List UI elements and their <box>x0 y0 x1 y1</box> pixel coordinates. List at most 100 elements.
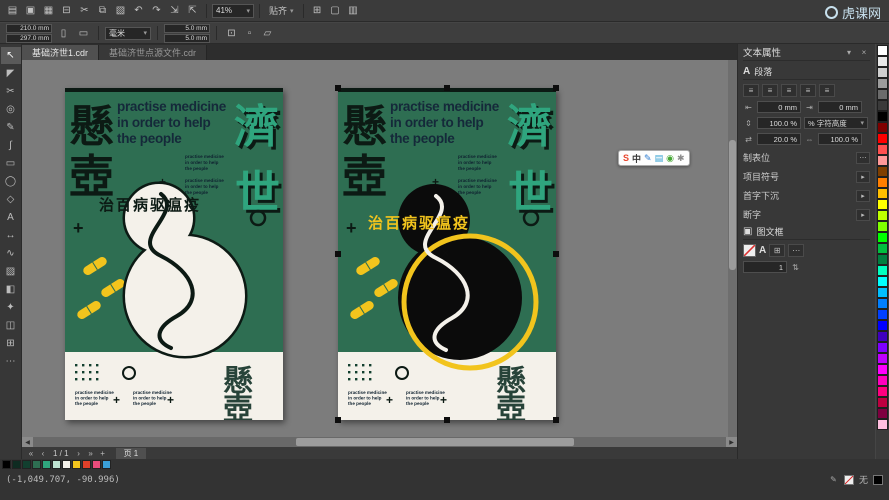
table-tool[interactable]: ⊞ <box>1 335 21 352</box>
palette-swatch[interactable] <box>877 320 888 331</box>
cut-icon[interactable]: ✂ <box>76 2 93 19</box>
palette-swatch[interactable] <box>877 122 888 133</box>
char-spacing-field[interactable]: 20.0 % <box>757 133 801 145</box>
horizontal-scrollbar-thumb[interactable] <box>296 438 573 446</box>
application-launcher-icon[interactable]: ⊞ <box>309 2 326 19</box>
palette-swatch[interactable] <box>877 309 888 320</box>
document-palette-swatch[interactable] <box>72 460 81 469</box>
hyphenation-item[interactable]: 断字 ▸ <box>743 208 870 221</box>
last-page-button[interactable]: » <box>86 449 96 458</box>
ime-mode-icon[interactable]: 中 <box>632 152 641 165</box>
palette-swatch[interactable] <box>877 298 888 309</box>
dropcap-item[interactable]: 首字下沉 ▸ <box>743 189 870 202</box>
paste-icon[interactable]: ▧ <box>112 2 129 19</box>
first-page-button[interactable]: « <box>26 449 36 458</box>
interactive-fill-tool[interactable]: ◫ <box>1 317 21 334</box>
landscape-button[interactable]: ▭ <box>75 25 92 42</box>
selection-handle[interactable] <box>444 417 450 423</box>
palette-swatch[interactable] <box>877 243 888 254</box>
left-indent-field[interactable]: 0 mm <box>757 101 801 113</box>
palette-swatch[interactable] <box>877 45 888 56</box>
palette-swatch[interactable] <box>877 199 888 210</box>
palette-swatch[interactable] <box>877 397 888 408</box>
palette-swatch[interactable] <box>877 111 888 122</box>
ime-keyboard-icon[interactable]: ▤ <box>655 153 664 164</box>
rectangle-tool[interactable]: ▭ <box>1 155 21 172</box>
docker-close-icon[interactable]: × <box>858 48 870 57</box>
hyphenation-toggle-button[interactable]: ▸ <box>856 209 870 221</box>
tabs-item[interactable]: 制表位 ⋯ <box>743 151 870 164</box>
portrait-button[interactable]: ▯ <box>55 25 72 42</box>
zoom-level-select[interactable]: 41% ▾ <box>212 4 254 18</box>
export-icon[interactable]: ⇱ <box>184 2 201 19</box>
document-palette-swatch[interactable] <box>82 460 91 469</box>
nudge-distance-field[interactable]: 5.0 mm <box>164 24 210 33</box>
palette-swatch[interactable] <box>877 155 888 166</box>
scroll-left-arrow[interactable]: ◀ <box>22 437 33 447</box>
document-tab[interactable]: 基础济世1.cdr <box>22 45 99 60</box>
word-spacing-field[interactable]: 100.0 % <box>818 133 862 145</box>
color-eyedropper-tool[interactable]: ✦ <box>1 299 21 316</box>
document-palette-swatch[interactable] <box>2 460 11 469</box>
selection-handle[interactable] <box>444 85 450 91</box>
crop-tool[interactable]: ✂ <box>1 83 21 100</box>
shadow-tool[interactable]: ▨ <box>1 263 21 280</box>
selection-handle[interactable] <box>553 417 559 423</box>
palette-swatch[interactable] <box>877 100 888 111</box>
columns-field[interactable]: 1 <box>743 261 787 273</box>
palette-swatch[interactable] <box>877 133 888 144</box>
document-palette-swatch[interactable] <box>32 460 41 469</box>
redo-icon[interactable]: ↷ <box>148 2 165 19</box>
vertical-scrollbar[interactable] <box>728 60 737 437</box>
document-palette-swatch[interactable] <box>42 460 51 469</box>
palette-swatch[interactable] <box>877 331 888 342</box>
document-tab[interactable]: 基础济世点源文件.cdr <box>99 45 207 60</box>
align-full-button[interactable]: ≡ <box>800 84 816 97</box>
palette-swatch[interactable] <box>877 375 888 386</box>
align-center-button[interactable]: ≡ <box>762 84 778 97</box>
import-icon[interactable]: ⇲ <box>166 2 183 19</box>
units-select[interactable]: 毫米 ▾ <box>105 27 151 40</box>
frame-align-button[interactable]: ⊞ <box>769 244 785 257</box>
selection-center-marker[interactable]: × <box>442 246 449 260</box>
artistic-media-tool[interactable]: ∫ <box>1 137 21 154</box>
transparency-tool[interactable]: ◧ <box>1 281 21 298</box>
open-icon[interactable]: ▣ <box>22 2 39 19</box>
selection-handle[interactable] <box>335 85 341 91</box>
ime-settings-icon[interactable]: ✱ <box>677 153 685 164</box>
docker-collapse-icon[interactable]: ▾ <box>843 48 855 57</box>
polygon-tool[interactable]: ◇ <box>1 191 21 208</box>
canvas[interactable]: 濟 濟 世 世 懸 壺 practise medicine in order t… <box>22 60 737 437</box>
line-spacing-field[interactable]: 100.0 % <box>757 117 801 129</box>
selection-handle[interactable] <box>553 85 559 91</box>
shape-tool[interactable]: ◤ <box>1 65 21 82</box>
ime-pen-icon[interactable]: ✎ <box>644 153 652 164</box>
zoom-tool[interactable]: ◎ <box>1 101 21 118</box>
paragraph-section-header[interactable]: A 段落 <box>743 64 870 80</box>
page-width-field[interactable]: 210.0 mm <box>6 24 52 33</box>
prev-page-button[interactable]: ‹ <box>38 449 48 458</box>
undo-icon[interactable]: ↶ <box>130 2 147 19</box>
frame-section-header[interactable]: ▣ 图文框 <box>743 224 870 240</box>
columns-stepper-icon[interactable]: ⇅ <box>790 263 801 272</box>
bleed-icon[interactable]: ▫ <box>241 25 258 42</box>
snap-to-button[interactable]: 贴齐 ▾ <box>265 4 298 18</box>
dropcap-toggle-button[interactable]: ▸ <box>856 190 870 202</box>
spacing-unit-select[interactable]: % 字符高度 ▾ <box>804 117 868 129</box>
palette-swatch[interactable] <box>877 364 888 375</box>
treat-as-filled-icon[interactable]: ⊡ <box>223 25 240 42</box>
tabs-more-button[interactable]: ⋯ <box>856 152 870 164</box>
palette-swatch[interactable] <box>877 210 888 221</box>
document-palette-swatch[interactable] <box>52 460 61 469</box>
document-palette-swatch[interactable] <box>102 460 111 469</box>
ellipse-tool[interactable]: ◯ <box>1 173 21 190</box>
palette-swatch[interactable] <box>877 221 888 232</box>
palette-swatch[interactable] <box>877 408 888 419</box>
selection-handle[interactable] <box>335 417 341 423</box>
rulers-toggle-icon[interactable]: ▥ <box>345 2 362 19</box>
bullets-item[interactable]: 项目符号 ▸ <box>743 170 870 183</box>
palette-swatch[interactable] <box>877 287 888 298</box>
palette-swatch[interactable] <box>877 276 888 287</box>
text-tool[interactable]: A <box>1 209 21 226</box>
palette-swatch[interactable] <box>877 254 888 265</box>
